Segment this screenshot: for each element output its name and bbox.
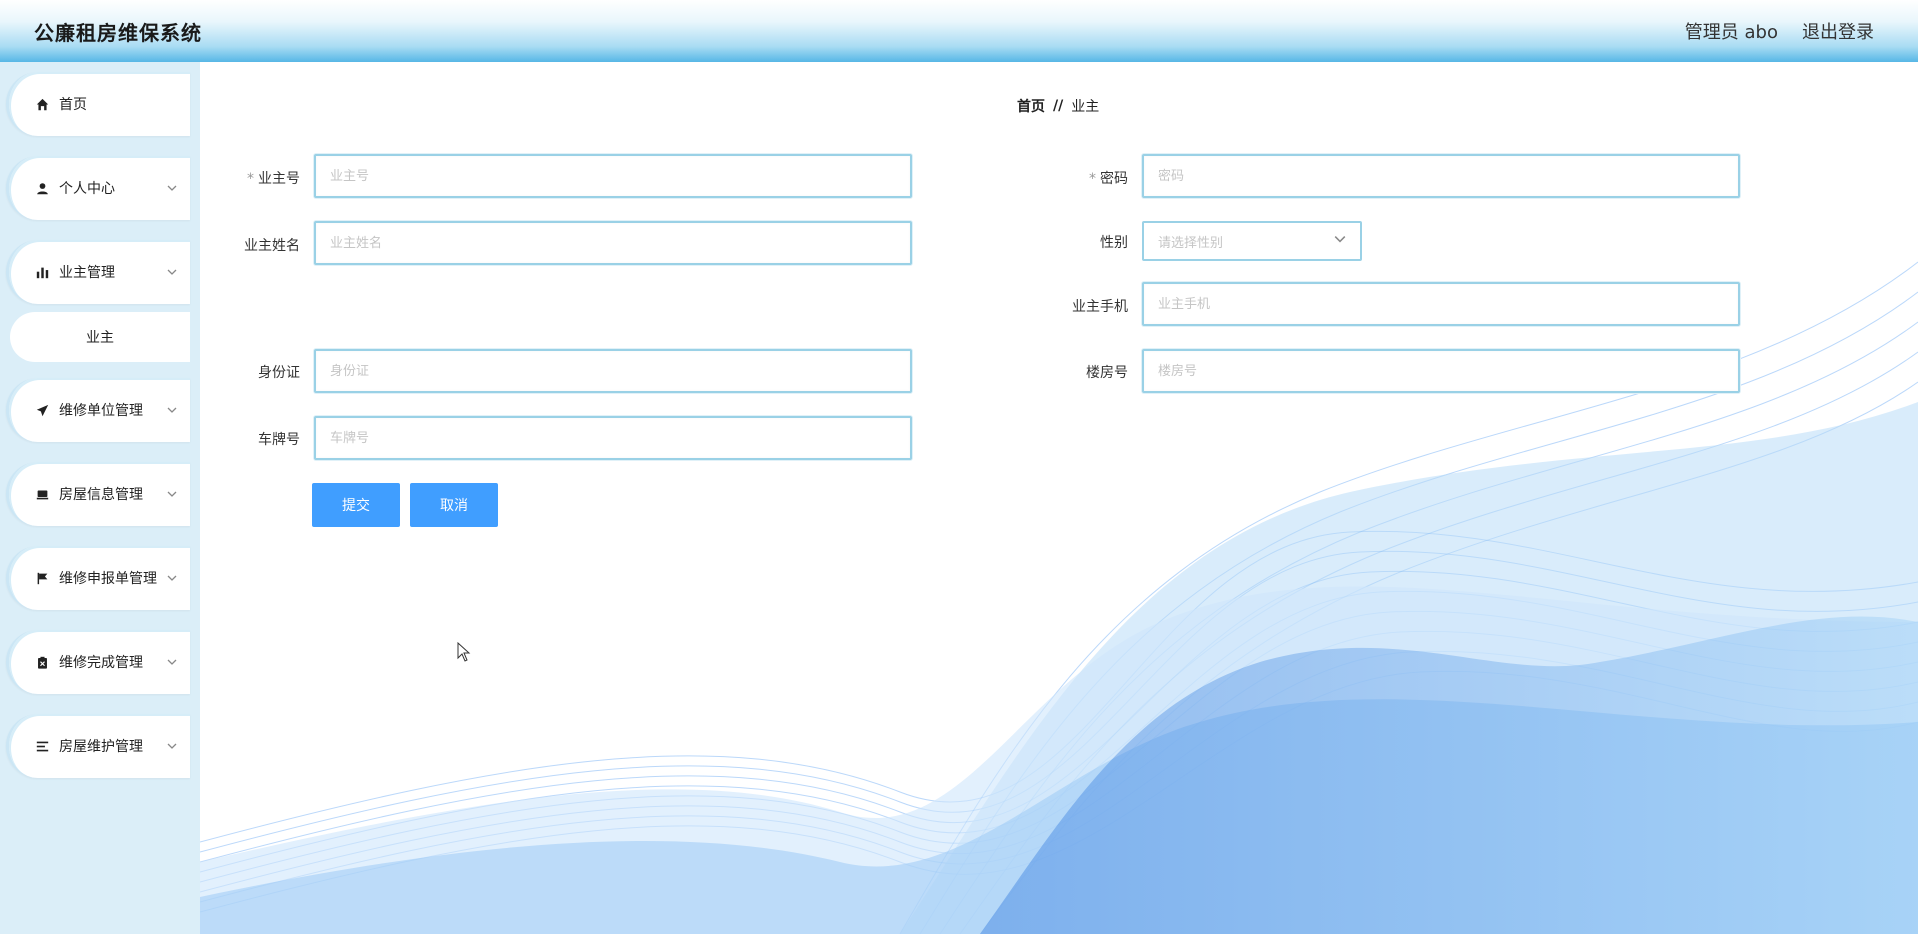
plate-no-label: 车牌号 [258, 432, 300, 448]
sidebar-item-label: 房屋信息管理 [59, 487, 143, 503]
chevron-down-icon [166, 488, 178, 500]
sidebar-item-label: 房屋维护管理 [59, 739, 143, 755]
header-actions: 管理员 abo 退出登录 [1685, 18, 1874, 44]
sidebar-item-label: 维修单位管理 [59, 403, 143, 419]
building-no-input[interactable] [1142, 349, 1740, 393]
flag-icon [35, 571, 49, 585]
chevron-down-icon [166, 572, 178, 584]
sidebar-item-label: 维修完成管理 [59, 655, 143, 671]
clipboard-icon [35, 655, 49, 669]
user-icon [35, 181, 49, 195]
chevron-down-icon [166, 404, 178, 416]
chevron-down-icon [166, 182, 178, 194]
plate-no-input[interactable] [314, 416, 912, 460]
chevron-down-icon [166, 266, 178, 278]
chevron-down-icon [166, 740, 178, 752]
breadcrumb-separator: // [1053, 98, 1064, 114]
app-title: 公廉租房维保系统 [34, 20, 202, 45]
owner-name-label: 业主姓名 [244, 238, 300, 254]
chevron-down-icon [1334, 233, 1346, 249]
password-input[interactable] [1142, 154, 1740, 198]
building-no-label: 楼房号 [1086, 365, 1128, 381]
submit-button[interactable]: 提交 [312, 483, 400, 527]
sidebar-item-repair-request-management[interactable]: 维修申报单管理 [6, 546, 190, 610]
admin-user-label[interactable]: 管理员 abo [1685, 18, 1778, 44]
sidebar-item-house-maintenance-management[interactable]: 房屋维护管理 [6, 714, 190, 778]
phone-label: 业主手机 [1072, 299, 1128, 315]
sidebar-item-label: 个人中心 [59, 181, 115, 197]
bar-chart-icon [35, 265, 49, 279]
id-card-input[interactable] [314, 349, 912, 393]
sidebar-item-home[interactable]: 首页 [6, 72, 190, 136]
mouse-cursor-icon [457, 642, 471, 662]
owner-name-input[interactable] [314, 221, 912, 265]
sidebar-item-house-info-management[interactable]: 房屋信息管理 [6, 462, 190, 526]
top-header: 公廉租房维保系统 管理员 abo 退出登录 [0, 0, 1918, 62]
gender-label: 性别 [1100, 235, 1128, 251]
phone-input[interactable] [1142, 282, 1740, 326]
main-content: 首页 // 业主 *业主号 业主姓名 身份证 车牌号 提交 取消 *密码 性别 … [200, 62, 1918, 934]
sidebar-item-label: 维修申报单管理 [59, 571, 157, 587]
breadcrumb-current: 业主 [1071, 99, 1100, 115]
home-icon [35, 97, 49, 111]
sidebar-item-personal-center[interactable]: 个人中心 [6, 156, 190, 220]
owner-no-label: * 业主号 [247, 171, 300, 187]
send-icon [35, 403, 49, 417]
id-card-label: 身份证 [258, 365, 300, 381]
sidebar-item-label: 首页 [59, 97, 87, 113]
chevron-down-icon [166, 656, 178, 668]
logout-link[interactable]: 退出登录 [1802, 18, 1874, 44]
sidebar-item-repair-complete-management[interactable]: 维修完成管理 [6, 630, 190, 694]
gender-select-placeholder: 请选择性别 [1158, 235, 1224, 251]
gender-select[interactable]: 请选择性别 [1142, 221, 1362, 261]
sidebar: 首页 个人中心 业主管理 业主 维修单位管理 房屋信息管理 维修申报单管理 维修… [0, 62, 200, 934]
sidebar-subitem-owner[interactable]: 业主 [10, 312, 190, 362]
sidebar-item-repair-unit-management[interactable]: 维修单位管理 [6, 378, 190, 442]
list-icon [35, 739, 49, 753]
sidebar-item-owner-management[interactable]: 业主管理 [6, 240, 190, 304]
owner-no-input[interactable] [314, 154, 912, 198]
inbox-icon [35, 487, 49, 501]
cancel-button[interactable]: 取消 [410, 483, 498, 527]
breadcrumb: 首页 // 业主 [1017, 96, 1099, 116]
sidebar-item-label: 业主管理 [59, 265, 115, 281]
breadcrumb-home[interactable]: 首页 [1017, 96, 1045, 116]
password-label: * 密码 [1089, 171, 1128, 187]
